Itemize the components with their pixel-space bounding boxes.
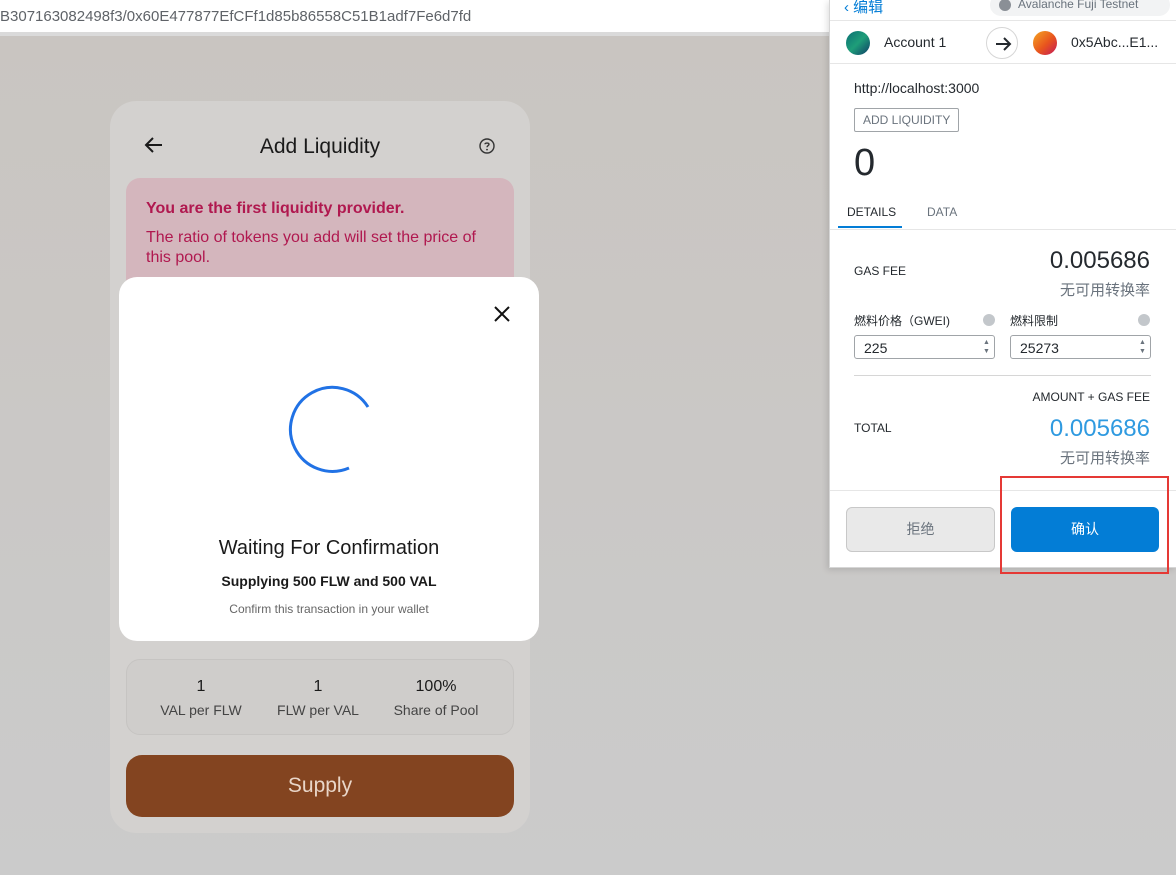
gas-limit-input[interactable]: 25273 ▲ ▼ <box>1010 335 1151 359</box>
reject-button[interactable]: 拒绝 <box>846 507 995 552</box>
modal-hint: Confirm this transaction in your wallet <box>229 602 429 616</box>
total-value: 0.005686 <box>1049 415 1150 442</box>
loading-spinner-icon <box>289 385 370 473</box>
gas-price-label: 燃料价格（GWEI) <box>854 314 950 328</box>
gas-price-input[interactable]: 225 ▲ ▼ <box>854 335 995 359</box>
info-icon[interactable] <box>983 314 995 326</box>
to-account-avatar <box>1033 31 1057 55</box>
arrow-right-icon <box>986 27 1018 59</box>
stat-label: Share of Pool <box>393 702 479 718</box>
stat-flw-per-val: 1 FLW per VAL <box>258 678 378 718</box>
gas-price-value[interactable]: 225 <box>864 340 887 356</box>
from-account-avatar <box>846 31 870 55</box>
gas-fee-label: GAS FEE <box>854 264 907 278</box>
stepper-arrows-icon[interactable]: ▲ ▼ <box>1137 338 1148 356</box>
confirmation-modal: Waiting For Confirmation Supplying 500 F… <box>119 277 539 641</box>
total-label: TOTAL <box>854 421 892 435</box>
notice-body: The ratio of tokens you add will set the… <box>146 229 476 266</box>
stat-label: VAL per FLW <box>160 702 242 718</box>
info-icon[interactable] <box>1138 314 1150 326</box>
tab-details[interactable]: DETAILS <box>847 205 896 219</box>
stat-label: FLW per VAL <box>277 702 359 718</box>
stat-value: 1 <box>313 678 323 695</box>
amount-gas-fee-label: AMOUNT + GAS FEE <box>1032 390 1150 404</box>
close-icon[interactable] <box>493 305 511 323</box>
gas-fee-value: 0.005686 <box>1049 247 1150 274</box>
network-name: Avalanche Fuji Testnet <box>1018 0 1139 11</box>
help-icon[interactable] <box>479 138 495 154</box>
tab-data[interactable]: DATA <box>927 205 957 219</box>
stat-value: 100% <box>415 678 457 695</box>
highlight-frame <box>1000 476 1169 574</box>
origin-url: http://localhost:3000 <box>854 80 980 96</box>
modal-subtitle: Supplying 500 FLW and 500 VAL <box>221 573 437 589</box>
active-tab-indicator <box>838 226 902 228</box>
modal-title: Waiting For Confirmation <box>218 537 440 559</box>
transaction-amount: 0 <box>854 142 876 184</box>
stat-val-per-flw: 1 VAL per FLW <box>141 678 261 718</box>
notice-heading: You are the first liquidity provider. <box>146 200 405 217</box>
supply-button[interactable]: Supply <box>126 755 514 817</box>
total-conversion: 无可用转换率 <box>1059 450 1150 467</box>
divider <box>854 375 1151 376</box>
stepper-arrows-icon[interactable]: ▲ ▼ <box>981 338 992 356</box>
page-title: Add Liquidity <box>259 135 381 158</box>
stat-value: 1 <box>196 678 206 695</box>
gas-limit-value[interactable]: 25273 <box>1020 340 1059 356</box>
account-row: Account 1 0x5Abc...E1... <box>830 20 1176 64</box>
network-indicator[interactable]: Avalanche Fuji Testnet <box>990 0 1170 16</box>
gas-limit-label: 燃料限制 <box>1010 314 1059 328</box>
edit-link[interactable]: ‹ 编辑 <box>844 0 883 17</box>
gas-fee-conversion: 无可用转换率 <box>1059 282 1150 299</box>
details-tabs: DETAILS DATA <box>830 200 1176 230</box>
method-badge: ADD LIQUIDITY <box>854 108 960 132</box>
network-icon <box>999 0 1011 11</box>
to-account-address[interactable]: 0x5Abc...E1... <box>1071 34 1158 50</box>
edit-label[interactable]: 编辑 <box>853 0 883 16</box>
stat-share-of-pool: 100% Share of Pool <box>376 678 496 718</box>
first-provider-notice: You are the first liquidity provider. Th… <box>126 178 514 293</box>
from-account-name: Account 1 <box>884 34 947 50</box>
url-text[interactable]: B307163082498f3/0x60E477877EfCFf1d85b865… <box>0 8 471 25</box>
prices-and-pool-share: 1 VAL per FLW 1 FLW per VAL 100% Share o… <box>126 659 514 735</box>
